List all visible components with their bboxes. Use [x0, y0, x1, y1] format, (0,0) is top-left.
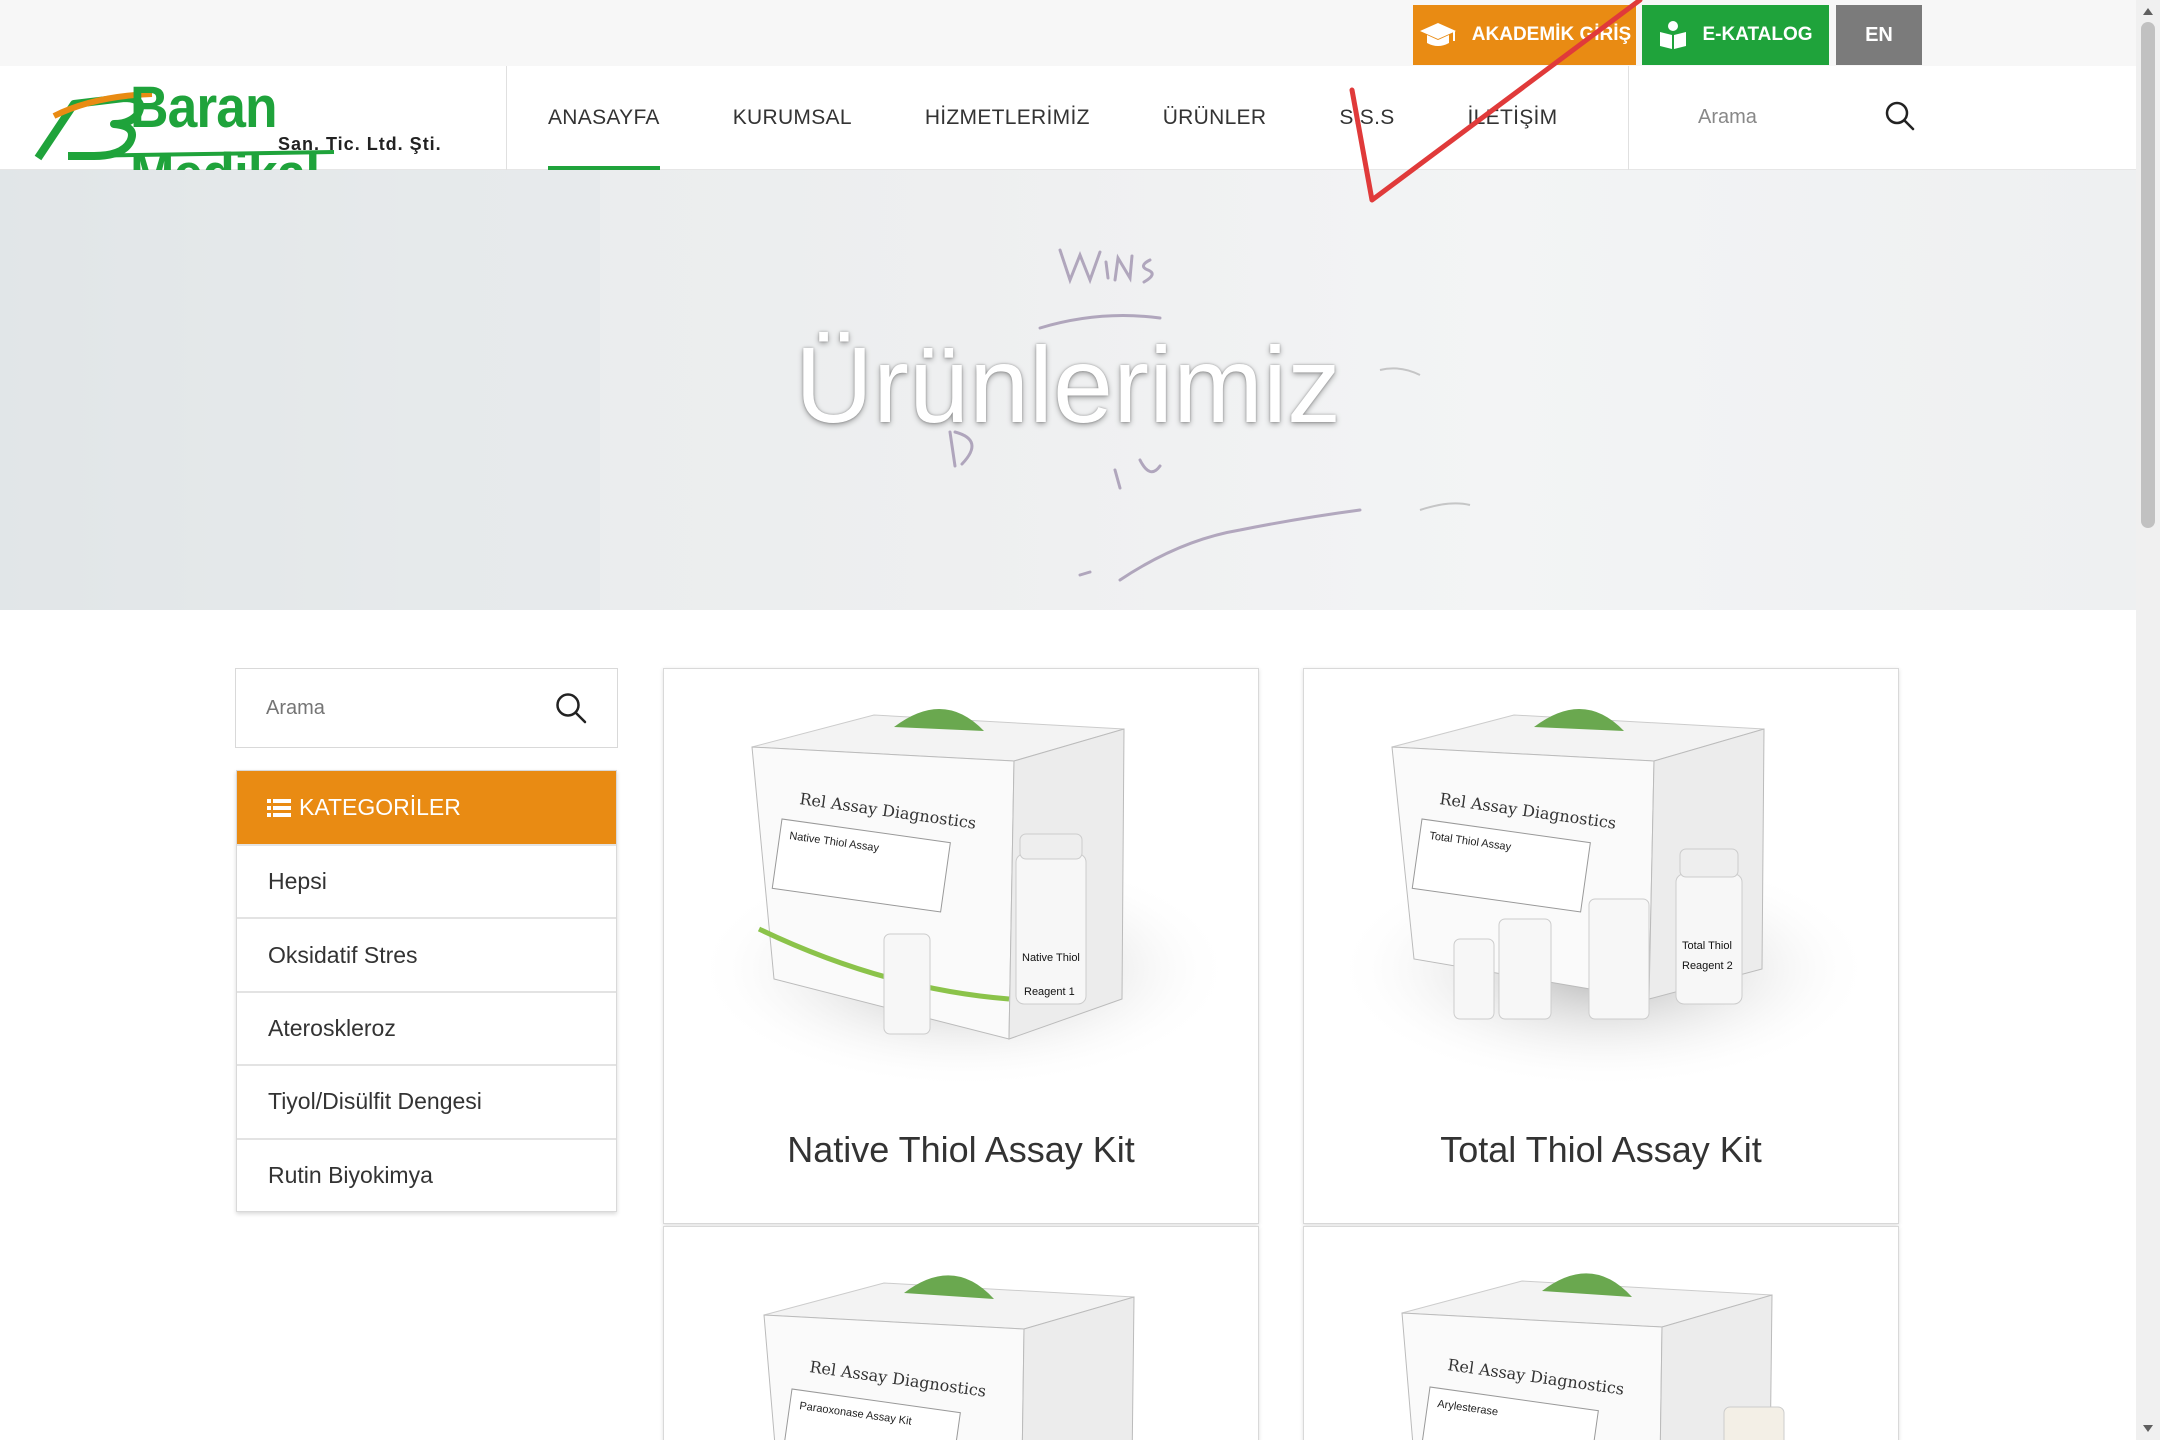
category-item-ateroskleroz[interactable]: Ateroskleroz: [237, 990, 616, 1065]
nav-anasayfa[interactable]: ANASAYFA: [548, 66, 660, 170]
book-user-icon: [1660, 21, 1687, 49]
categories-header: KATEGORİLER: [237, 771, 616, 844]
product-name[interactable]: Native Thiol Assay Kit: [664, 1129, 1258, 1171]
categories-title: KATEGORİLER: [299, 794, 461, 820]
divider: [506, 66, 507, 170]
product-image: Rel Assay Diagnostics Native Thiol Assay…: [694, 708, 1234, 1089]
vertical-scrollbar[interactable]: [2136, 0, 2160, 1440]
academic-login-button[interactable]: AKADEMİK GİRİŞ: [1413, 5, 1636, 65]
scroll-up-icon[interactable]: [2136, 4, 2160, 20]
category-item-hepsi[interactable]: Hepsi: [237, 844, 616, 918]
category-item-rutin-biyokimya[interactable]: Rutin Biyokimya: [237, 1137, 616, 1211]
search-icon[interactable]: [554, 691, 588, 725]
list-icon: [267, 798, 291, 817]
nav-sss[interactable]: S.S.S: [1339, 66, 1394, 170]
vial-reagent: Reagent 1: [1024, 986, 1075, 998]
main-header: Baran Medikal San. Tic. Ltd. Şti. ANASAY…: [0, 66, 2136, 207]
nav-urunler[interactable]: ÜRÜNLER: [1163, 66, 1267, 170]
hero-banner: Ürünlerimiz: [0, 170, 2136, 610]
product-card[interactable]: Rel Assay Diagnostics Arylesterase: [1303, 1226, 1899, 1440]
main-nav: ANASAYFA KURUMSAL HİZMETLERİMİZ ÜRÜNLER …: [548, 66, 1630, 170]
vial-label: Total Thiol: [1682, 940, 1732, 952]
product-card[interactable]: Rel Assay Diagnostics Paraoxonase Assay …: [663, 1226, 1259, 1440]
language-button[interactable]: EN: [1836, 5, 1922, 65]
sidebar-search-input[interactable]: [266, 693, 546, 723]
product-card[interactable]: Rel Assay Diagnostics Total Thiol Assay …: [1303, 668, 1899, 1224]
page: { "topbar": { "academic_label": "AKADEMİ…: [0, 0, 2160, 1440]
category-item-oksidatif-stres[interactable]: Oksidatif Stres: [237, 917, 616, 991]
hero-title: Ürünlerimiz: [794, 324, 1342, 445]
language-label: EN: [1865, 23, 1893, 46]
graduation-cap-icon: [1419, 23, 1456, 46]
vial-reagent: Reagent 2: [1682, 960, 1733, 972]
academic-login-label: AKADEMİK GİRİŞ: [1471, 24, 1632, 45]
vial-label: Native Thiol: [1022, 952, 1080, 964]
product-image: Rel Assay Diagnostics Total Thiol Assay …: [1334, 708, 1874, 1089]
product-card[interactable]: Rel Assay Diagnostics Native Thiol Assay…: [663, 668, 1259, 1224]
e-catalog-button[interactable]: E-KATALOG: [1642, 5, 1829, 65]
nav-hizmetlerimiz[interactable]: HİZMETLERİMİZ: [925, 66, 1090, 170]
scroll-down-icon[interactable]: [2136, 1420, 2160, 1436]
top-utility-bar: AKADEMİK GİRİŞ E-KATALOG EN: [0, 0, 2136, 66]
product-image: Rel Assay Diagnostics Paraoxonase Assay …: [763, 1275, 1135, 1440]
nav-iletisim[interactable]: İLETİŞİM: [1468, 66, 1558, 170]
categories-panel: KATEGORİLER Hepsi Oksidatif Stres Ateros…: [236, 770, 617, 1212]
scrollbar-thumb[interactable]: [2141, 22, 2155, 528]
e-catalog-label: E-KATALOG: [1702, 24, 1813, 45]
logo-subtitle: San. Tic. Ltd. Şti.: [278, 134, 442, 154]
search-icon[interactable]: [1884, 100, 1916, 132]
logo[interactable]: Baran Medikal San. Tic. Ltd. Şti.: [34, 75, 454, 207]
category-item-tiyol-disulfit[interactable]: Tiyol/Disülfit Dengesi: [237, 1064, 616, 1138]
header-search-input[interactable]: Arama: [1698, 106, 1757, 129]
nav-kurumsal[interactable]: KURUMSAL: [733, 66, 852, 170]
sidebar-search: [235, 668, 618, 748]
product-name[interactable]: Total Thiol Assay Kit: [1304, 1129, 1898, 1171]
divider: [1628, 66, 1629, 170]
product-image: Rel Assay Diagnostics Arylesterase: [1401, 1273, 1785, 1440]
